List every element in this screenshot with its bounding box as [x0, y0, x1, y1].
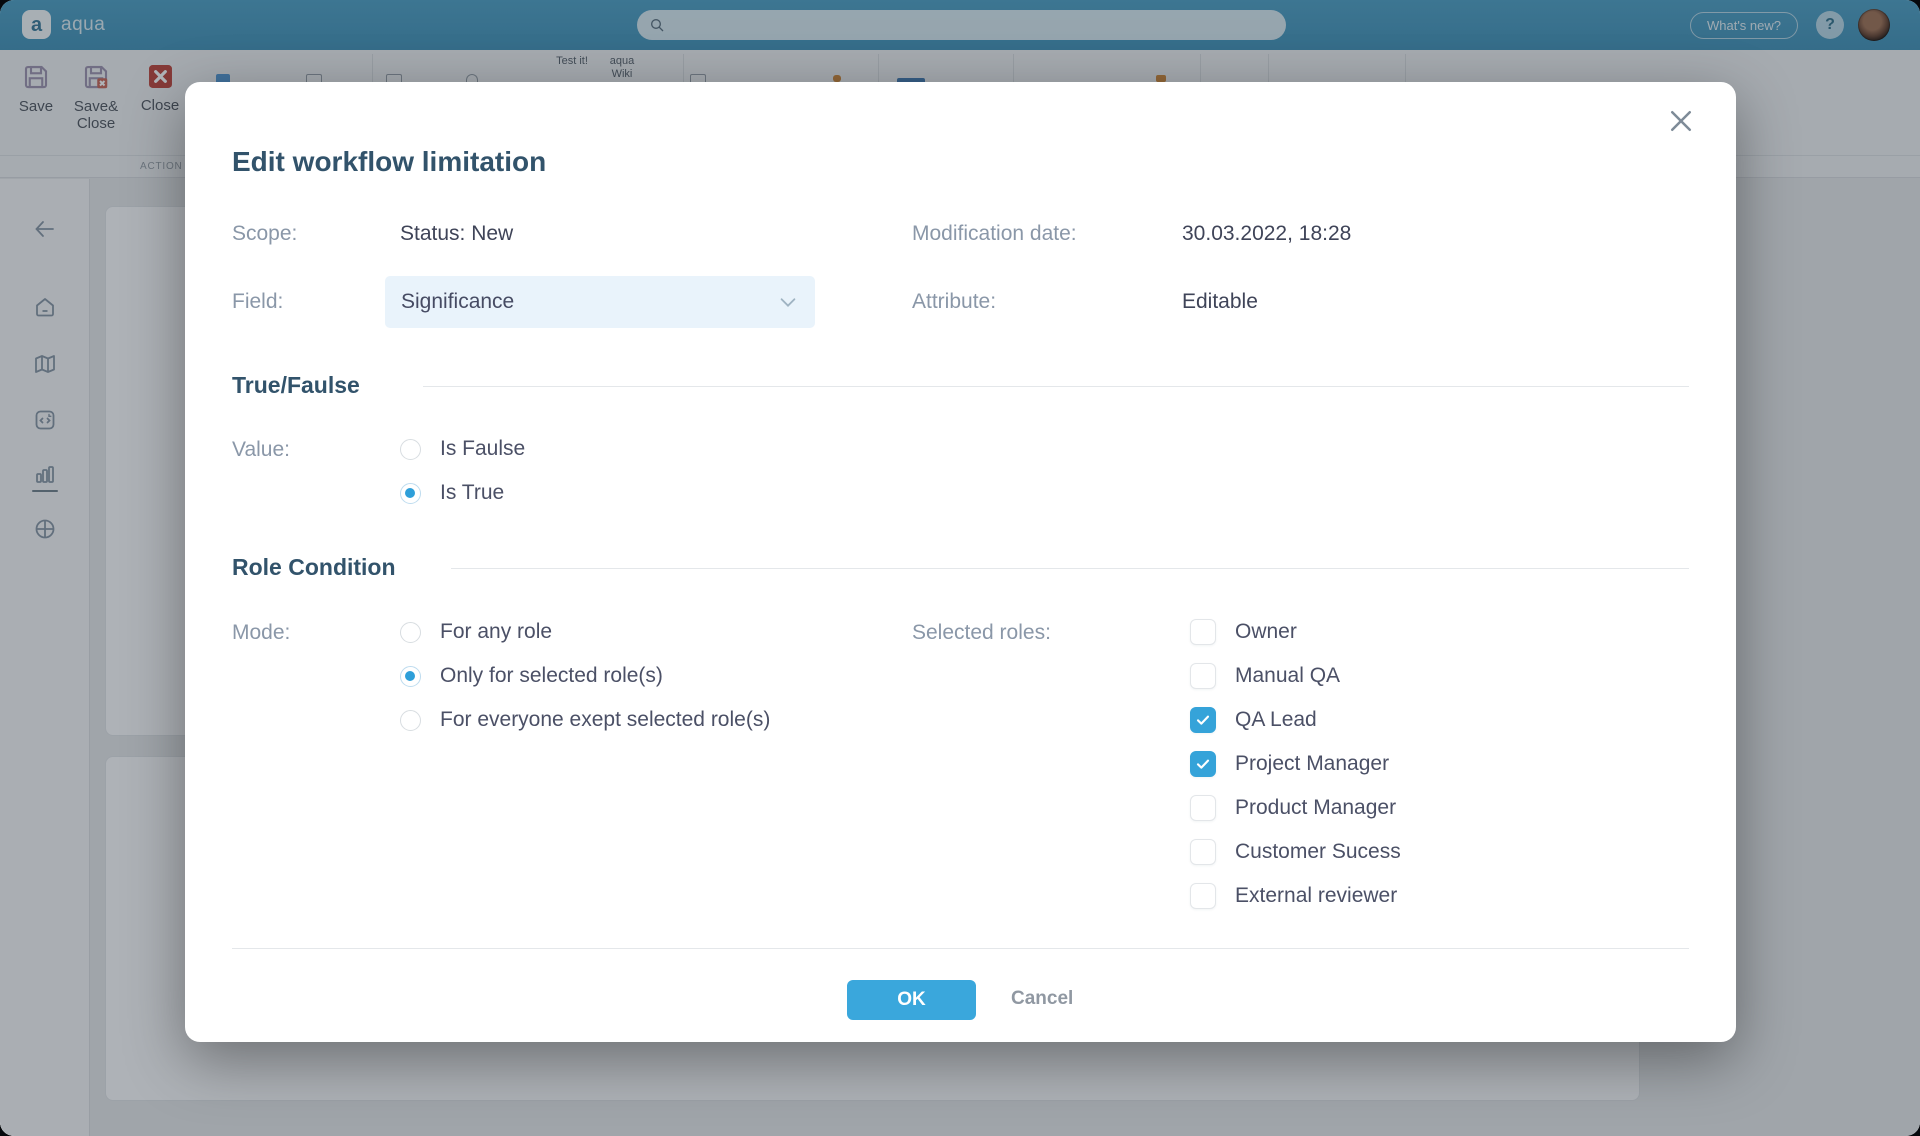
roles-checkbox-group: Owner Manual QA QA Lead Project Manager … — [1190, 610, 1401, 918]
checkbox-role-external-reviewer[interactable]: External reviewer — [1190, 874, 1401, 918]
checkbox-role-project-manager[interactable]: Project Manager — [1190, 742, 1401, 786]
checkbox-role-owner[interactable]: Owner — [1190, 610, 1401, 654]
checkbox-label: External reviewer — [1235, 884, 1397, 908]
radio-icon[interactable] — [400, 622, 421, 643]
true-false-section-heading: True/Faulse — [232, 372, 360, 399]
radio-icon[interactable] — [400, 666, 421, 687]
modification-date-value: 30.03.2022, 18:28 — [1182, 222, 1351, 246]
checkbox-icon[interactable] — [1190, 707, 1216, 733]
checkbox-label: Product Manager — [1235, 796, 1396, 820]
checkbox-icon[interactable] — [1190, 883, 1216, 909]
mode-radio-group: For any role Only for selected role(s) F… — [400, 610, 770, 742]
checkbox-icon[interactable] — [1190, 839, 1216, 865]
chevron-down-icon — [777, 291, 799, 313]
radio-icon[interactable] — [400, 710, 421, 731]
checkbox-label: QA Lead — [1235, 708, 1317, 732]
checkbox-role-manual-qa[interactable]: Manual QA — [1190, 654, 1401, 698]
footer-divider — [232, 948, 1689, 949]
field-dropdown-value: Significance — [401, 290, 777, 314]
checkbox-label: Customer Sucess — [1235, 840, 1401, 864]
radio-option-everyone-except-selected[interactable]: For everyone exept selected role(s) — [400, 698, 770, 742]
role-condition-section-heading: Role Condition — [232, 554, 396, 581]
section-divider — [423, 386, 1689, 387]
dialog-title: Edit workflow limitation — [232, 146, 546, 178]
value-label: Value: — [232, 438, 290, 462]
radio-icon[interactable] — [400, 439, 421, 460]
ok-button[interactable]: OK — [847, 980, 976, 1020]
radio-label: For any role — [440, 620, 552, 644]
radio-label: Is True — [440, 481, 504, 505]
radio-option-is-faulse[interactable]: Is Faulse — [400, 427, 525, 471]
checkbox-label: Project Manager — [1235, 752, 1389, 776]
field-label: Field: — [232, 290, 283, 314]
modification-date-label: Modification date: — [912, 222, 1077, 246]
scope-value: Status: New — [400, 222, 513, 246]
app-window: a aqua What's new? ? Save — [0, 0, 1920, 1136]
checkbox-icon[interactable] — [1190, 751, 1216, 777]
radio-label: For everyone exept selected role(s) — [440, 708, 770, 732]
cancel-button[interactable]: Cancel — [1011, 988, 1073, 1010]
attribute-value: Editable — [1182, 290, 1258, 314]
mode-label: Mode: — [232, 621, 290, 645]
radio-option-is-true[interactable]: Is True — [400, 471, 525, 515]
field-dropdown[interactable]: Significance — [385, 276, 815, 328]
checkbox-role-qa-lead[interactable]: QA Lead — [1190, 698, 1401, 742]
attribute-label: Attribute: — [912, 290, 996, 314]
checkbox-icon[interactable] — [1190, 663, 1216, 689]
selected-roles-label: Selected roles: — [912, 621, 1051, 645]
checkbox-role-product-manager[interactable]: Product Manager — [1190, 786, 1401, 830]
edit-workflow-limitation-dialog: Edit workflow limitation Scope: Status: … — [185, 82, 1736, 1042]
dialog-close-icon[interactable] — [1666, 106, 1696, 136]
radio-icon[interactable] — [400, 483, 421, 504]
radio-option-only-selected-roles[interactable]: Only for selected role(s) — [400, 654, 770, 698]
checkbox-label: Owner — [1235, 620, 1297, 644]
scope-label: Scope: — [232, 222, 297, 246]
checkbox-role-customer-sucess[interactable]: Customer Sucess — [1190, 830, 1401, 874]
radio-option-for-any-role[interactable]: For any role — [400, 610, 770, 654]
radio-label: Is Faulse — [440, 437, 525, 461]
checkbox-icon[interactable] — [1190, 795, 1216, 821]
checkbox-label: Manual QA — [1235, 664, 1340, 688]
true-false-radio-group: Is Faulse Is True — [400, 427, 525, 515]
checkbox-icon[interactable] — [1190, 619, 1216, 645]
radio-label: Only for selected role(s) — [440, 664, 663, 688]
section-divider — [451, 568, 1689, 569]
